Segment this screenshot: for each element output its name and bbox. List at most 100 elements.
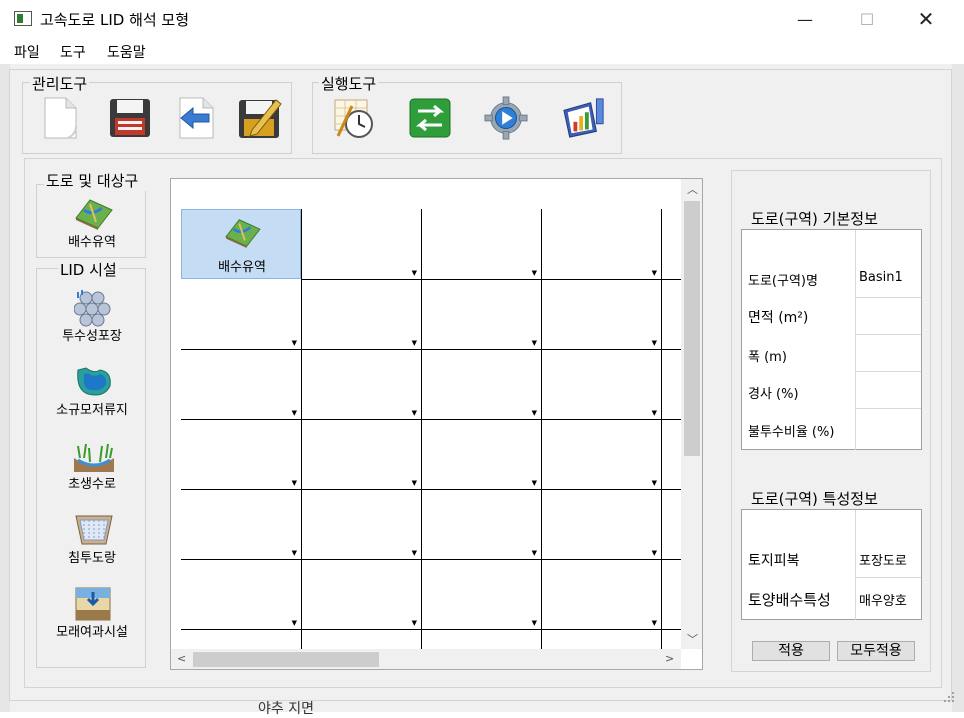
horizontal-scrollbar[interactable]: < > <box>171 649 681 669</box>
row-soil-drainage: 토양배수특성 매우양호 <box>742 577 922 620</box>
exchange-button[interactable] <box>408 96 452 140</box>
grid-cell[interactable]: ▼ <box>301 279 421 349</box>
dropdown-arrow-icon[interactable]: ▼ <box>652 409 657 417</box>
grid-cell[interactable]: ▼ <box>301 489 421 559</box>
dropdown-arrow-icon[interactable]: ▼ <box>532 269 537 277</box>
dropdown-arrow-icon[interactable]: ▼ <box>412 409 417 417</box>
road-name-label: 도로(구역)명 <box>748 274 818 289</box>
dropdown-arrow-icon[interactable]: ▼ <box>532 619 537 627</box>
grid-cell[interactable]: ▼ <box>181 419 301 489</box>
grid-cell[interactable]: ▼ <box>541 419 661 489</box>
dropdown-arrow-icon[interactable]: ▼ <box>292 479 297 487</box>
grid-cell[interactable]: ▼ <box>541 489 661 559</box>
dropdown-arrow-icon[interactable]: ▼ <box>292 409 297 417</box>
chart-icon <box>563 98 604 138</box>
dropdown-arrow-icon[interactable]: ▼ <box>412 479 417 487</box>
scroll-left-icon[interactable]: < <box>177 652 186 665</box>
soil-drainage-label: 토양배수특성 <box>748 591 831 609</box>
scroll-down-icon[interactable]: ﹀ <box>687 631 698 647</box>
road-name-value[interactable]: Basin1 <box>855 230 921 297</box>
dropdown-arrow-icon[interactable]: ▼ <box>652 479 657 487</box>
scroll-right-icon[interactable]: > <box>665 652 674 665</box>
grid-cell[interactable]: ▼ <box>301 349 421 419</box>
new-file-button[interactable] <box>38 96 82 140</box>
grid-cell[interactable]: ▼ <box>421 489 541 559</box>
grid-cell[interactable]: ▼ <box>301 559 421 629</box>
menu-tools[interactable]: 도구 <box>60 42 86 62</box>
grid-cell[interactable]: ▼ <box>661 489 681 559</box>
edit-save-button[interactable] <box>238 96 282 140</box>
minimize-button[interactable]: — <box>782 0 828 38</box>
palette-drainage-basin[interactable]: 배수유역 <box>38 192 146 254</box>
vertical-scrollbar[interactable]: ︿ ﹀ <box>681 179 702 649</box>
resize-grip-icon[interactable] <box>942 690 956 704</box>
dropdown-arrow-icon[interactable]: ▼ <box>412 619 417 627</box>
dropdown-arrow-icon[interactable]: ▼ <box>532 479 537 487</box>
dropdown-arrow-icon[interactable]: ▼ <box>412 269 417 277</box>
dropdown-arrow-icon[interactable]: ▼ <box>532 339 537 347</box>
width-value[interactable] <box>855 334 921 371</box>
dropdown-arrow-icon[interactable]: ▼ <box>532 409 537 417</box>
grid-cell[interactable]: ▼ <box>181 559 301 629</box>
dropdown-arrow-icon[interactable]: ▼ <box>652 339 657 347</box>
horizontal-scroll-thumb[interactable] <box>193 652 379 667</box>
impervious-value[interactable] <box>855 408 921 450</box>
grid-cell[interactable]: ▼ <box>661 559 681 629</box>
grid-cell[interactable]: ▼ <box>301 209 421 279</box>
dropdown-arrow-icon[interactable]: ▼ <box>292 339 297 347</box>
grid-cell[interactable]: ▼ <box>181 489 301 559</box>
grid-cell[interactable]: ▼ <box>421 279 541 349</box>
grid-cell[interactable]: ▼ <box>541 349 661 419</box>
dropdown-arrow-icon[interactable]: ▼ <box>292 619 297 627</box>
grid-cell[interactable]: ▼ <box>301 419 421 489</box>
run-settings-button[interactable] <box>484 96 528 140</box>
dropdown-arrow-icon[interactable]: ▼ <box>652 549 657 557</box>
grid-cell[interactable]: ▼ <box>181 279 301 349</box>
dropdown-arrow-icon[interactable]: ▼ <box>412 339 417 347</box>
land-cover-value[interactable]: 포장도로 <box>855 510 921 577</box>
grid-cell[interactable]: ▼ <box>541 209 661 279</box>
area-value[interactable] <box>855 297 921 334</box>
management-tools-label: 관리도구 <box>30 73 90 94</box>
menu-help[interactable]: 도움말 <box>107 42 146 62</box>
maximize-button[interactable]: ☐ <box>844 0 890 38</box>
grid-cell[interactable]: ▼ <box>661 279 681 349</box>
apply-button[interactable]: 적용 <box>752 641 830 661</box>
grid-cell[interactable]: ▼ <box>421 349 541 419</box>
palette-sand-filter[interactable]: 모래여과시설 <box>38 582 146 644</box>
grid-cell[interactable]: ▼ <box>661 349 681 419</box>
grid-cell[interactable]: ▼ <box>421 559 541 629</box>
dropdown-arrow-icon[interactable]: ▼ <box>652 619 657 627</box>
grid-cell[interactable]: ▼ <box>541 279 661 349</box>
slope-value[interactable] <box>855 371 921 408</box>
timing-button[interactable] <box>332 96 376 140</box>
grid-cell[interactable]: ▼ <box>661 209 681 279</box>
palette-small-detention[interactable]: 소규모저류지 <box>38 360 146 422</box>
dropdown-arrow-icon[interactable]: ▼ <box>412 549 417 557</box>
palette-permeable-pavement[interactable]: 투수성포장 <box>38 286 146 348</box>
palette-infiltration-trench[interactable]: 침투도랑 <box>38 508 146 570</box>
palette-grass-swale[interactable]: 초생수로 <box>38 434 146 496</box>
save-button[interactable] <box>108 96 152 140</box>
import-button[interactable] <box>174 96 218 140</box>
palette-label: 모래여과시설 <box>56 625 128 640</box>
dropdown-arrow-icon[interactable]: ▼ <box>652 269 657 277</box>
grid-cell[interactable]: ▼ <box>181 349 301 419</box>
menu-file[interactable]: 파일 <box>14 42 40 62</box>
grid-cell[interactable]: ▼ <box>541 559 661 629</box>
scroll-up-icon[interactable]: ︿ <box>687 181 698 197</box>
grid-cell[interactable]: ▼ <box>661 419 681 489</box>
chart-button[interactable] <box>562 96 606 140</box>
grid-cell[interactable]: ▼ <box>421 419 541 489</box>
new-file-icon <box>44 97 77 139</box>
grid-cell-selected[interactable]: 배수유역 <box>181 209 301 279</box>
grid-area[interactable]: 배수유역 ▼▼▼▼▼▼▼▼▼▼▼▼▼▼▼▼▼▼▼▼▼▼▼▼▼▼▼▼▼ <box>171 179 681 649</box>
grid-cell[interactable]: ▼ <box>421 209 541 279</box>
close-button[interactable]: ✕ <box>903 0 949 38</box>
row-land-cover: 토지피복 포장도로 <box>742 510 922 577</box>
soil-drainage-value[interactable]: 매우양호 <box>855 577 921 620</box>
apply-all-button[interactable]: 모두적용 <box>837 641 915 661</box>
vertical-scroll-thumb[interactable] <box>684 201 700 456</box>
dropdown-arrow-icon[interactable]: ▼ <box>532 549 537 557</box>
dropdown-arrow-icon[interactable]: ▼ <box>292 549 297 557</box>
